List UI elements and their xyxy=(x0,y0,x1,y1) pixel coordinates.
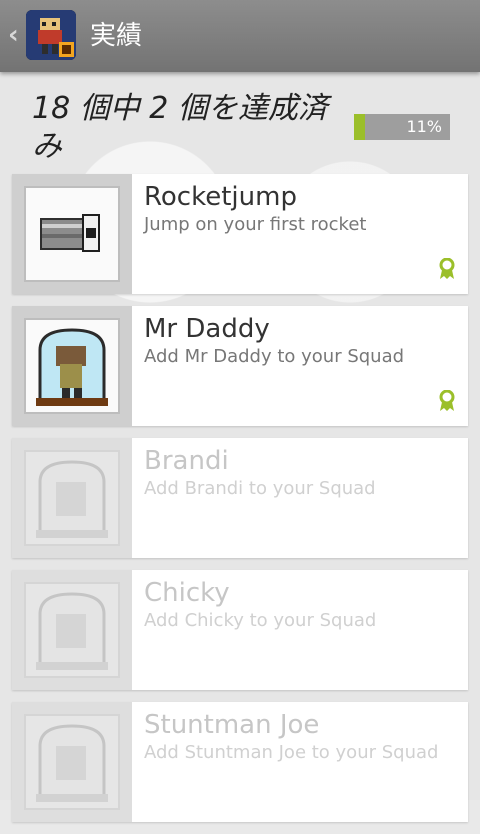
achievement-name: Stuntman Joe xyxy=(144,710,320,740)
achievement-row[interactable]: Brandi Add Brandi to your Squad xyxy=(12,438,468,558)
page-title: 実績 xyxy=(90,21,143,51)
achievement-thumbnail xyxy=(12,702,132,822)
achievement-row[interactable]: Stuntman Joe Add Stuntman Joe to your Sq… xyxy=(12,702,468,822)
achievement-name: Chicky xyxy=(144,578,230,608)
progress-percent: 11% xyxy=(406,117,442,136)
rocket-icon xyxy=(26,188,118,280)
achievement-thumbnail xyxy=(12,174,132,294)
achievement-list: Rocketjump Jump on your first rocket Mr … xyxy=(12,174,468,834)
achievement-thumbnail xyxy=(12,438,132,558)
achievement-description: Add Brandi to your Squad xyxy=(144,478,376,499)
bell-jar-character-icon xyxy=(26,584,118,676)
achievement-name: Mr Daddy xyxy=(144,314,270,344)
achievement-name: Brandi xyxy=(144,446,229,476)
chevron-left-icon[interactable]: ‹ xyxy=(8,20,22,50)
achievement-description: Jump on your first rocket xyxy=(144,214,367,235)
achievement-thumbnail xyxy=(12,570,132,690)
ribbon-icon xyxy=(439,258,455,279)
achievement-row[interactable]: Rocketjump Jump on your first rocket xyxy=(12,174,468,294)
achievement-summary: 18 個中 2 個を達成済み xyxy=(32,91,328,164)
achievement-name: Rocketjump xyxy=(144,182,297,212)
achievement-thumbnail xyxy=(12,306,132,426)
app-icon[interactable] xyxy=(26,10,76,60)
achievement-row[interactable]: Chicky Add Chicky to your Squad xyxy=(12,570,468,690)
progress-fill xyxy=(354,114,365,140)
ribbon-icon xyxy=(439,390,455,411)
bell-jar-character-icon xyxy=(26,452,118,544)
progress-bar: 11% xyxy=(354,114,450,140)
action-bar: ‹ 実績 xyxy=(0,0,480,72)
achievement-description: Add Stuntman Joe to your Squad xyxy=(144,742,439,763)
app-hero-icon xyxy=(26,10,76,60)
bell-jar-character-icon xyxy=(26,320,118,412)
achievement-description: Add Mr Daddy to your Squad xyxy=(144,346,405,367)
bell-jar-character-icon xyxy=(26,716,118,808)
achievement-description: Add Chicky to your Squad xyxy=(144,610,377,631)
achievement-row[interactable]: Mr Daddy Add Mr Daddy to your Squad xyxy=(12,306,468,426)
